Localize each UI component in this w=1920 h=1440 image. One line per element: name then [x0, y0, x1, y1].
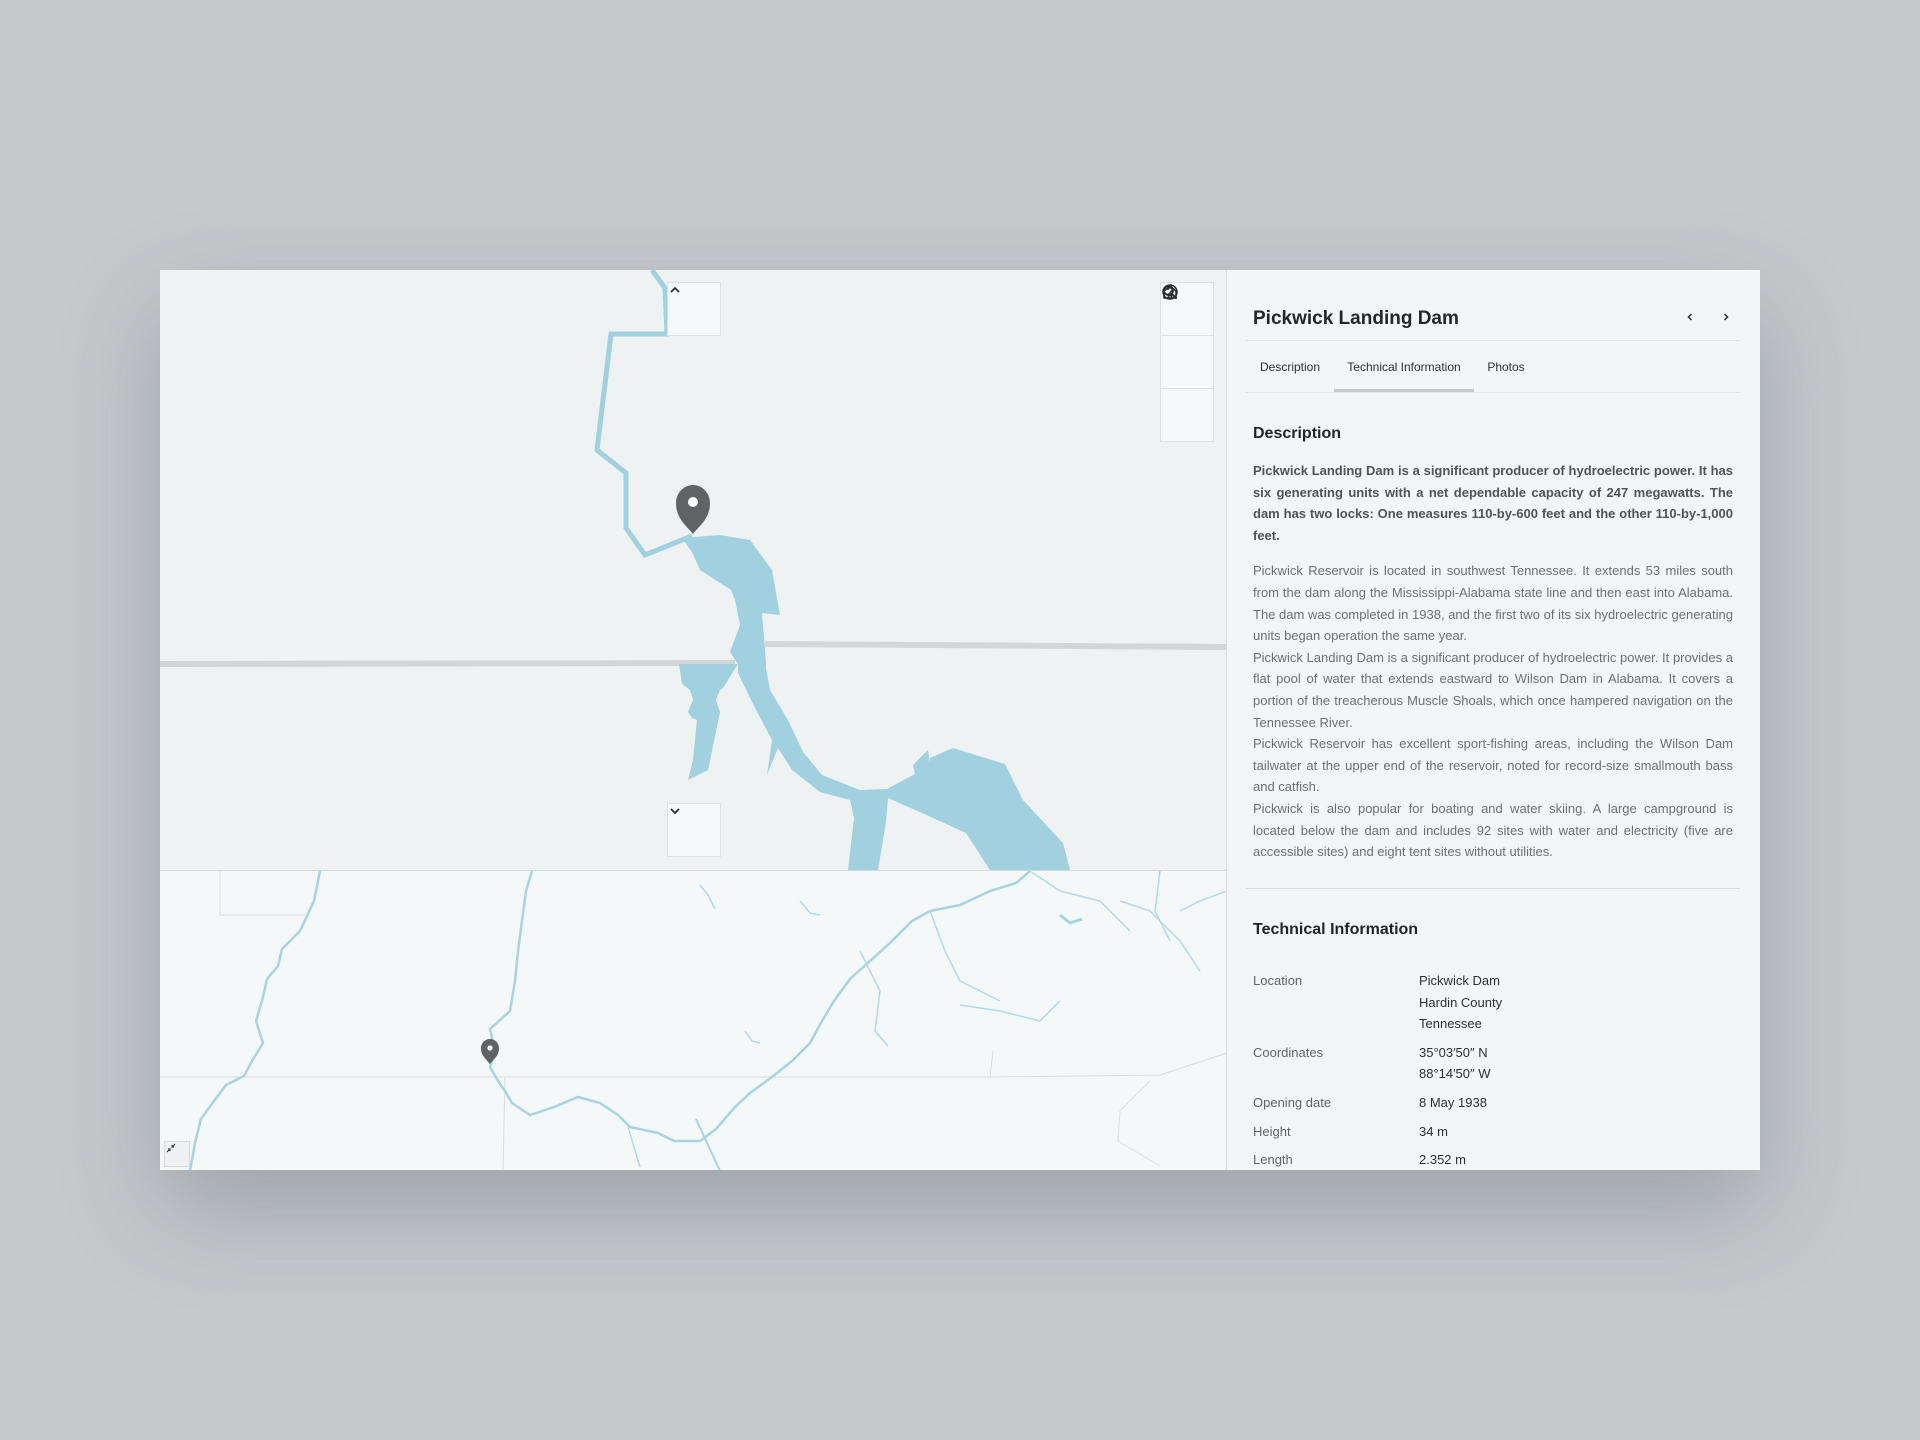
- row-value: 34 m: [1419, 1121, 1733, 1150]
- description-paragraph: Pickwick Landing Dam is a significant pr…: [1253, 649, 1733, 730]
- table-row: Length 2.352 m: [1253, 1149, 1733, 1170]
- description-paragraph: Pickwick Reservoir is located in southwe…: [1253, 563, 1733, 644]
- creek: [744, 1030, 761, 1044]
- chevron-left-icon: [1687, 313, 1693, 321]
- value-line: 34 m: [1419, 1123, 1448, 1139]
- border-line: [219, 871, 305, 916]
- creek: [1154, 871, 1171, 942]
- overview-toggle-button[interactable]: [164, 1141, 190, 1167]
- table-row: Location Pickwick Dam Hardin County Tenn…: [1253, 970, 1733, 1042]
- river: [488, 871, 1031, 1143]
- row-label: Length: [1253, 1152, 1293, 1168]
- value-line: Hardin County: [1419, 994, 1503, 1010]
- description-body: Pickwick Landing Dam is a significant pr…: [1253, 460, 1733, 863]
- info-panel: Pickwick Landing Dam Description Technic…: [1227, 270, 1760, 1170]
- border-line: [160, 1052, 1227, 1078]
- map-canvas: [160, 270, 1227, 870]
- border-line: [989, 1050, 994, 1078]
- table-row: Opening date 8 May 1938: [1253, 1092, 1733, 1121]
- row-label: Coordinates: [1253, 1044, 1324, 1060]
- technical-table: Location Pickwick Dam Hardin County Tenn…: [1253, 970, 1733, 1170]
- tab-technical-information[interactable]: Technical Information: [1334, 340, 1474, 392]
- row-label: Location: [1253, 973, 1303, 988]
- description-lead: Pickwick Landing Dam is a significant pr…: [1253, 463, 1733, 543]
- value-line: Tennessee: [1419, 1016, 1482, 1032]
- overview-canvas: [160, 871, 1227, 1170]
- pan-down-button[interactable]: [667, 803, 721, 857]
- row-label: Opening date: [1253, 1094, 1332, 1110]
- table-row: Height 34 m: [1253, 1121, 1733, 1150]
- value-line: 35°03′50″ N: [1419, 1044, 1488, 1060]
- main-map[interactable]: [160, 270, 1227, 870]
- section-divider: [1246, 888, 1740, 889]
- map-pane: [160, 270, 1227, 1170]
- help-button[interactable]: [1161, 284, 1213, 441]
- row-label: Height: [1253, 1123, 1291, 1139]
- description-paragraph: Pickwick is also popular for boating and…: [1253, 800, 1733, 860]
- previous-button[interactable]: [1676, 303, 1704, 331]
- creek: [1059, 913, 1083, 925]
- chevron-up-icon: [670, 286, 680, 293]
- map-marker: [676, 485, 710, 534]
- creek: [1029, 871, 1131, 932]
- border-line: [1117, 1080, 1161, 1167]
- value-line: 88°14′50″ W: [1419, 1066, 1491, 1082]
- tab-photos[interactable]: Photos: [1474, 340, 1538, 390]
- search-button[interactable]: [1161, 285, 1213, 389]
- creek: [799, 900, 821, 916]
- chevron-right-icon: [1723, 313, 1729, 321]
- panel-title: Pickwick Landing Dam: [1253, 308, 1459, 329]
- panel-header: Pickwick Landing Dam: [1246, 270, 1740, 341]
- overview-map[interactable]: [160, 870, 1227, 1170]
- state-border: [160, 660, 736, 667]
- creek: [959, 1000, 1061, 1022]
- description-paragraph: Pickwick Reservoir has excellent sport-f…: [1253, 736, 1733, 795]
- table-row: Coordinates 35°03′50″ N 88°14′50″ W: [1253, 1042, 1733, 1092]
- value-line: Pickwick Dam: [1419, 973, 1500, 988]
- row-value: 35°03′50″ N 88°14′50″ W: [1419, 1042, 1733, 1092]
- row-value: 2.352 m: [1419, 1149, 1733, 1170]
- help-icon: [1162, 284, 1178, 300]
- creek: [1179, 890, 1227, 912]
- next-button[interactable]: [1712, 303, 1740, 331]
- creek: [627, 1126, 641, 1168]
- description-heading: Description: [1253, 425, 1342, 442]
- pager: [1676, 303, 1740, 331]
- creek: [1119, 900, 1201, 972]
- app-window: Pickwick Landing Dam Description Technic…: [160, 270, 1760, 1170]
- creek: [929, 910, 1001, 1002]
- overview-marker: [481, 1039, 499, 1064]
- river: [188, 871, 322, 1170]
- reservoir: [682, 535, 1070, 870]
- pan-up-button[interactable]: [667, 282, 721, 336]
- reservoir-arm: [679, 664, 738, 780]
- collapse-icon: [166, 1143, 176, 1153]
- value-line: 8 May 1938: [1419, 1094, 1487, 1110]
- map-toolbar: [1160, 282, 1214, 442]
- tab-bar: Description Technical Information Photos: [1246, 340, 1740, 393]
- chevron-down-icon: [670, 808, 680, 815]
- row-value: Pickwick Dam Hardin County Tennessee: [1419, 970, 1733, 1042]
- row-value: 8 May 1938: [1419, 1092, 1733, 1121]
- state-border: [764, 641, 1227, 650]
- value-line: 2.352 m: [1419, 1152, 1466, 1168]
- creek: [699, 884, 716, 910]
- technical-heading: Technical Information: [1253, 921, 1419, 938]
- tab-description[interactable]: Description: [1246, 340, 1334, 390]
